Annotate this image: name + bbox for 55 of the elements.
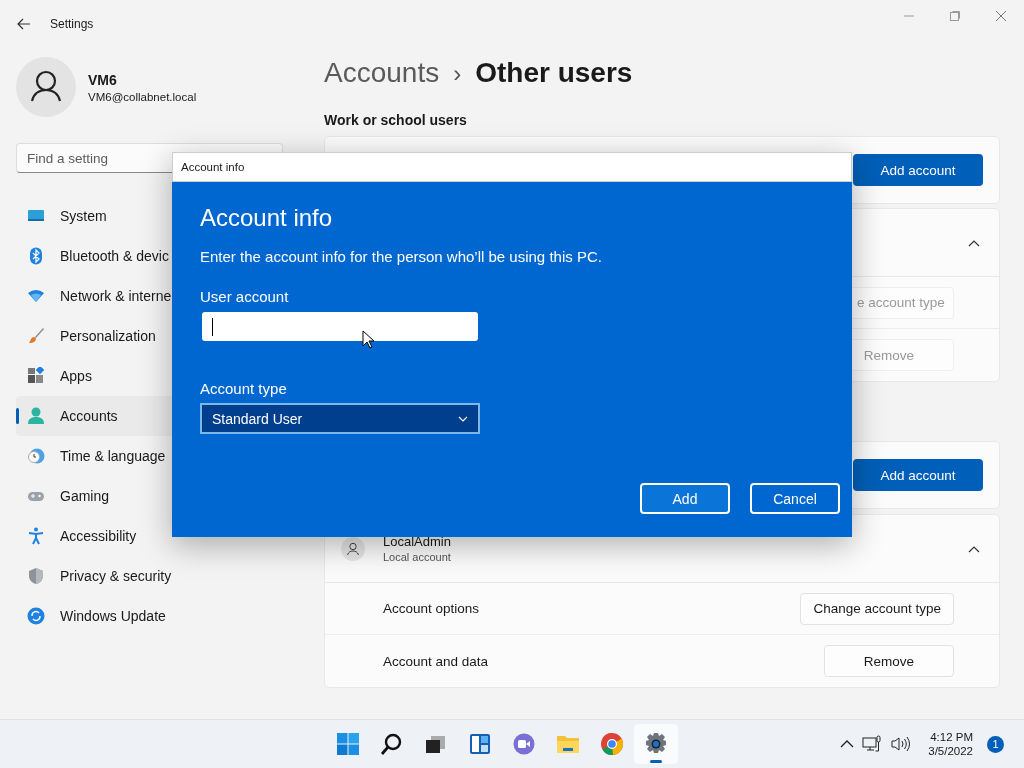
settings-icon[interactable] [634, 724, 678, 764]
section-heading: Work or school users [324, 112, 468, 128]
maximize-icon[interactable] [949, 10, 961, 22]
setting-label: Account options [383, 601, 480, 616]
network-icon[interactable] [862, 735, 883, 753]
shield-icon [27, 567, 45, 585]
accessibility-icon [27, 527, 45, 545]
brush-icon [27, 327, 45, 345]
cancel-button[interactable]: Cancel [750, 483, 840, 514]
back-icon[interactable] [17, 18, 31, 30]
breadcrumb-separator: › [453, 60, 462, 88]
user-email: VM6@collabnet.local [88, 90, 197, 103]
update-icon [27, 607, 45, 625]
user-name: VM6 [88, 71, 118, 88]
breadcrumb-parent[interactable]: Accounts [324, 57, 440, 89]
nav-item[interactable]: Gaming [16, 476, 283, 516]
account-type-dropdown[interactable]: Standard User [200, 403, 480, 434]
mouse-pointer-icon [362, 330, 374, 349]
add-account-button[interactable]: Add account [853, 459, 983, 491]
account-name: LocalAdmin [383, 534, 451, 549]
chevron-icon[interactable] [968, 238, 980, 247]
nav-item[interactable]: Windows Update [16, 596, 283, 636]
remove-button[interactable]: Remove [824, 645, 954, 677]
field-label: User account [200, 288, 290, 305]
change-type-button[interactable]: Change account type [800, 592, 954, 625]
nav-item[interactable]: Accessibility [16, 516, 283, 556]
page-title: Other users [475, 57, 633, 89]
volume-icon[interactable] [890, 736, 911, 752]
account-type-label: Local account [383, 551, 451, 563]
selection-indicator [16, 408, 19, 424]
add-button[interactable]: Add [640, 483, 730, 514]
clock-date[interactable]: 3/5/2022 [928, 745, 973, 757]
nav-item[interactable]: Personalization [16, 316, 283, 356]
chevron-up-icon[interactable] [840, 740, 855, 748]
close-icon[interactable] [995, 10, 1007, 22]
user-icon [341, 536, 365, 561]
notification-badge[interactable]: 1 [987, 735, 1004, 753]
window-title: Settings [50, 17, 94, 31]
clock-time[interactable]: 4:12 PM [930, 731, 973, 743]
nav-item[interactable]: Time & language [16, 436, 283, 476]
nav-item[interactable]: Privacy & security [16, 556, 283, 596]
setting-label: Account and data [383, 653, 489, 669]
dialog-description: Enter the account info for the person who’ll be using this PC. [200, 248, 603, 265]
chevron-icon[interactable] [968, 544, 980, 553]
clock-icon [27, 447, 45, 465]
user-account-field[interactable] [202, 312, 478, 341]
add-account-button[interactable]: Add account [853, 154, 983, 186]
chevron-down-icon [458, 415, 468, 422]
dialog-heading: Account info [200, 204, 334, 232]
field-label: Account type [200, 380, 288, 397]
bluetooth-icon [27, 247, 45, 265]
avatar-icon [16, 57, 76, 117]
apps-icon [27, 367, 45, 385]
person-icon [27, 407, 45, 425]
dialog-title: Account info [181, 161, 245, 173]
